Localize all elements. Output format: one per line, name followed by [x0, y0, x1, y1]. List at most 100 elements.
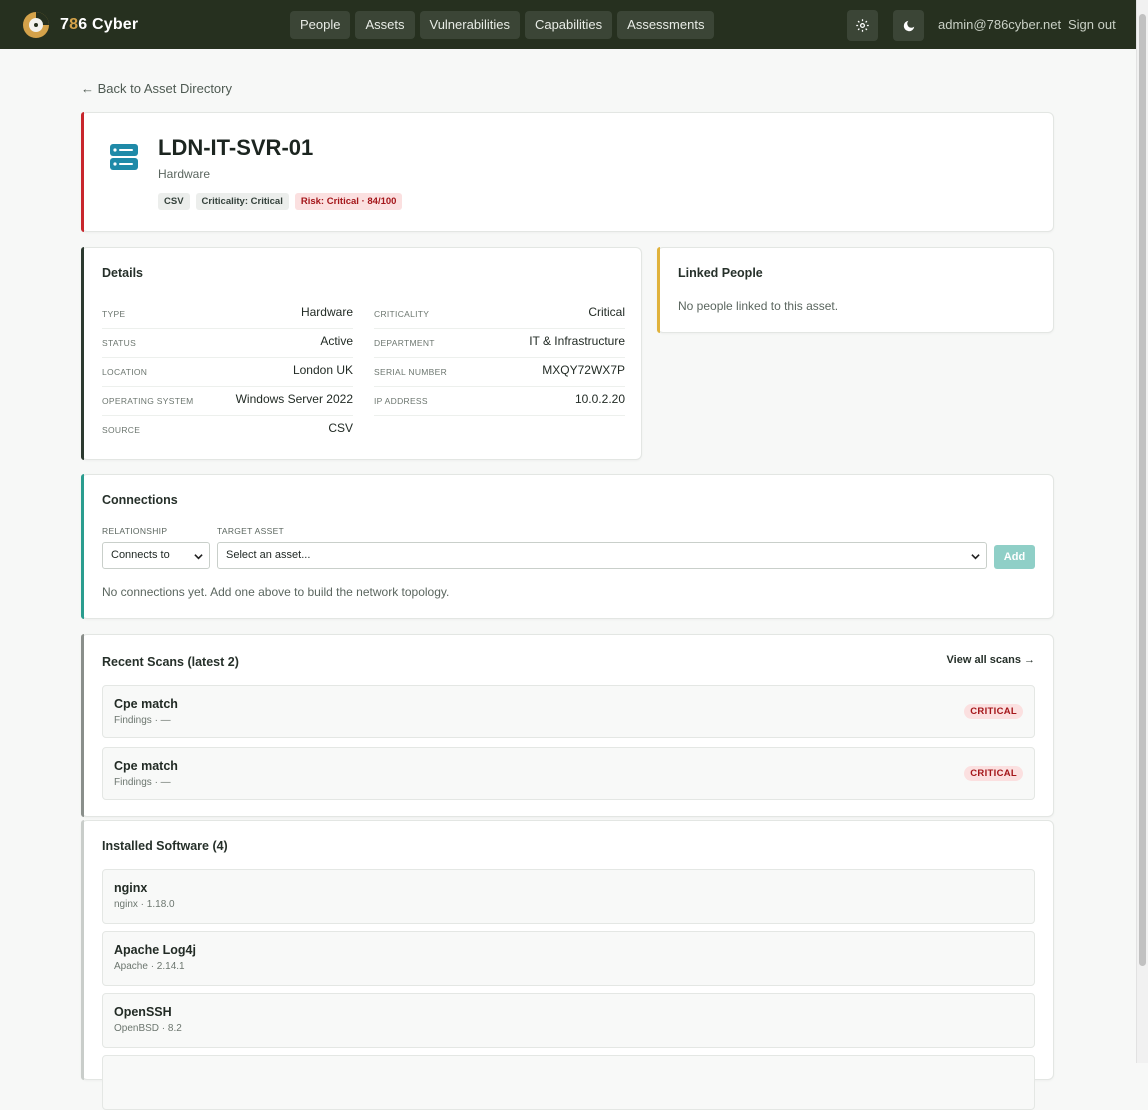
nav-vulnerabilities[interactable]: Vulnerabilities: [419, 11, 520, 39]
linked-people-card: Linked People No people linked to this a…: [657, 247, 1054, 333]
scan-findings: Findings · —: [114, 715, 171, 726]
nav-people[interactable]: People: [290, 11, 351, 39]
detail-value: Active: [320, 334, 353, 348]
top-navigation-bar: 786 Cyber People Assets Vulnerabilities …: [0, 0, 1148, 49]
detail-status: STATUS Active: [102, 329, 353, 358]
asset-name: LDN-IT-SVR-01: [158, 135, 314, 160]
installed-software-accent-bar: [81, 820, 84, 1080]
detail-label: LOCATION: [102, 367, 148, 377]
software-version: OpenBSD · 8.2: [114, 1023, 182, 1034]
asset-badges: CSV Criticality: Critical Risk: Critical…: [158, 193, 403, 210]
detail-label: DEPARTMENT: [374, 338, 435, 348]
nav-capabilities[interactable]: Capabilities: [524, 11, 613, 39]
details-title: Details: [102, 266, 143, 280]
linked-people-title: Linked People: [678, 266, 763, 280]
linked-people-accent-bar: [657, 247, 660, 333]
details-accent-bar: [81, 247, 84, 460]
asset-header-card: LDN-IT-SVR-01 Hardware CSV Criticality: …: [81, 112, 1054, 232]
software-name: Apache Log4j: [114, 943, 196, 957]
scrollbar-thumb[interactable]: [1139, 14, 1146, 966]
details-card: Details TYPE Hardware CRITICALITY Critical…: [81, 247, 642, 460]
software-item[interactable]: OpenSSH OpenBSD · 8.2: [102, 993, 1035, 1048]
gear-icon: [856, 19, 869, 32]
chevron-down-icon: [194, 554, 203, 560]
brand-logo-icon: [22, 11, 50, 39]
severity-badge: CRITICAL: [964, 704, 1023, 719]
severity-badge: CRITICAL: [964, 766, 1023, 781]
detail-value: Critical: [588, 305, 625, 319]
relationship-select[interactable]: Connects to: [102, 542, 210, 569]
settings-button[interactable]: [847, 10, 878, 41]
scan-title: Cpe match: [114, 697, 178, 711]
installed-software-card: Installed Software (4) nginx nginx · 1.1…: [81, 820, 1054, 1110]
detail-criticality: CRITICALITY Critical: [374, 300, 625, 329]
scan-item[interactable]: Cpe match Findings · — CRITICAL: [102, 685, 1035, 738]
detail-value: IT & Infrastructure: [529, 334, 625, 348]
brand[interactable]: 786 Cyber: [22, 11, 138, 39]
software-item[interactable]: [102, 1055, 1035, 1110]
detail-department: DEPARTMENT IT & Infrastructure: [374, 329, 625, 358]
criticality-badge: Criticality: Critical: [195, 193, 289, 210]
detail-location: LOCATION London UK: [102, 358, 353, 387]
detail-source: SOURCE CSV: [102, 416, 353, 445]
detail-label: STATUS: [102, 338, 137, 348]
chevron-down-icon: [971, 554, 980, 560]
add-connection-button[interactable]: Add: [994, 545, 1035, 569]
main-nav: People Assets Vulnerabilities Capabiliti…: [290, 11, 715, 39]
risk-badge: Risk: Critical · 84/100: [294, 193, 403, 210]
recent-scans-accent-bar: [81, 634, 84, 817]
detail-serial-number: SERIAL NUMBER MXQY72WX7P: [374, 358, 625, 387]
detail-value: Hardware: [300, 305, 353, 319]
server-icon: [109, 142, 139, 177]
target-asset-select[interactable]: Select an asset...: [217, 542, 987, 569]
relationship-label: RELATIONSHIP: [102, 526, 168, 536]
recent-scans-card: Recent Scans (latest 2) View all scans →…: [81, 634, 1054, 817]
detail-label: IP ADDRESS: [374, 396, 428, 406]
scan-item[interactable]: Cpe match Findings · — CRITICAL: [102, 747, 1035, 800]
detail-label: SOURCE: [102, 425, 141, 435]
connections-empty: No connections yet. Add one above to bui…: [102, 585, 450, 599]
detail-value: MXQY72WX7P: [542, 363, 625, 377]
back-to-asset-directory-link[interactable]: ← Back to Asset Directory: [81, 81, 232, 96]
asset-type: Hardware: [158, 167, 211, 181]
detail-value: CSV: [328, 421, 353, 435]
detail-ip-address: IP ADDRESS 10.0.2.20: [374, 387, 625, 416]
scan-findings: Findings · —: [114, 777, 171, 788]
detail-label: OPERATING SYSTEM: [102, 396, 194, 406]
target-asset-label: TARGET ASSET: [217, 526, 285, 536]
detail-label: TYPE: [102, 309, 126, 319]
software-name: OpenSSH: [114, 1005, 172, 1019]
detail-operating-system: OPERATING SYSTEM Windows Server 2022: [102, 387, 353, 416]
software-version: nginx · 1.18.0: [114, 899, 175, 910]
connections-title: Connections: [102, 493, 178, 507]
sign-out-link[interactable]: Sign out: [1068, 17, 1116, 32]
detail-value: London UK: [292, 363, 353, 377]
brand-name: 786 Cyber: [60, 16, 139, 33]
detail-value: Windows Server 2022: [235, 392, 353, 406]
critical-accent-bar: [81, 112, 84, 232]
software-version: Apache · 2.14.1: [114, 961, 185, 972]
software-item[interactable]: nginx nginx · 1.18.0: [102, 869, 1035, 924]
theme-toggle-button[interactable]: [893, 10, 924, 41]
detail-label: CRITICALITY: [374, 309, 430, 319]
moon-icon: [903, 20, 914, 31]
detail-type: TYPE Hardware: [102, 300, 353, 329]
scan-title: Cpe match: [114, 759, 178, 773]
software-name: nginx: [114, 881, 148, 895]
nav-assessments[interactable]: Assessments: [617, 11, 715, 39]
detail-value: 10.0.2.20: [574, 392, 625, 406]
source-badge: CSV: [158, 193, 190, 210]
recent-scans-title: Recent Scans (latest 2): [102, 655, 239, 669]
relationship-select-value: Connects to: [111, 549, 170, 561]
detail-label: SERIAL NUMBER: [374, 367, 448, 377]
software-item[interactable]: Apache Log4j Apache · 2.14.1: [102, 931, 1035, 986]
connections-card: Connections RELATIONSHIP TARGET ASSET Co…: [81, 474, 1054, 619]
connections-accent-bar: [81, 474, 84, 619]
view-all-scans-link[interactable]: View all scans →: [947, 654, 1035, 666]
page-scrollbar[interactable]: [1136, 0, 1148, 1063]
linked-people-empty: No people linked to this asset.: [678, 299, 839, 313]
installed-software-title: Installed Software (4): [102, 839, 228, 853]
target-asset-select-value: Select an asset...: [226, 549, 311, 561]
user-email: admin@786cyber.net: [938, 17, 1062, 32]
nav-assets[interactable]: Assets: [355, 11, 415, 39]
